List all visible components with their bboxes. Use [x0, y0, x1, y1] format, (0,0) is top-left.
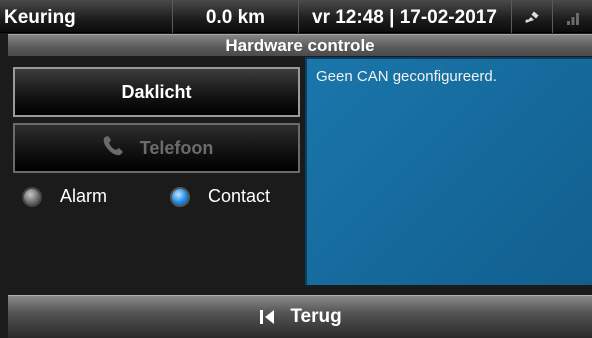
info-message: Geen CAN geconfigureerd. [316, 68, 497, 85]
control-panel: Daklicht Telefoon Alarm Contact [8, 57, 305, 295]
mode-label: Keuring [0, 0, 173, 33]
daklicht-button[interactable]: Daklicht [13, 67, 300, 117]
satellite-icon [512, 0, 553, 33]
signal-strength-icon [553, 0, 592, 33]
back-arrow-icon [258, 308, 276, 326]
datetime-readout: vr 12:48 | 17-02-2017 [299, 0, 512, 33]
telefoon-label: Telefoon [139, 137, 214, 158]
page-title: Hardware controle [8, 34, 592, 56]
status-bar: Keuring 0.0 km vr 12:48 | 17-02-2017 [0, 0, 592, 33]
alarm-status-dot [22, 186, 42, 207]
telefoon-button[interactable]: Telefoon [13, 123, 300, 173]
alarm-indicator[interactable]: Alarm [22, 186, 107, 207]
contact-status-dot [170, 186, 190, 207]
contact-label: Contact [208, 186, 271, 206]
info-panel: Geen CAN geconfigureerd. [305, 57, 592, 285]
distance-readout: 0.0 km [173, 0, 299, 33]
phone-icon [100, 133, 140, 164]
back-button[interactable]: Terug [8, 295, 592, 338]
daklicht-label: Daklicht [121, 81, 192, 102]
alarm-label: Alarm [60, 186, 108, 206]
contact-indicator[interactable]: Contact [170, 186, 270, 207]
back-label: Terug [290, 306, 342, 327]
